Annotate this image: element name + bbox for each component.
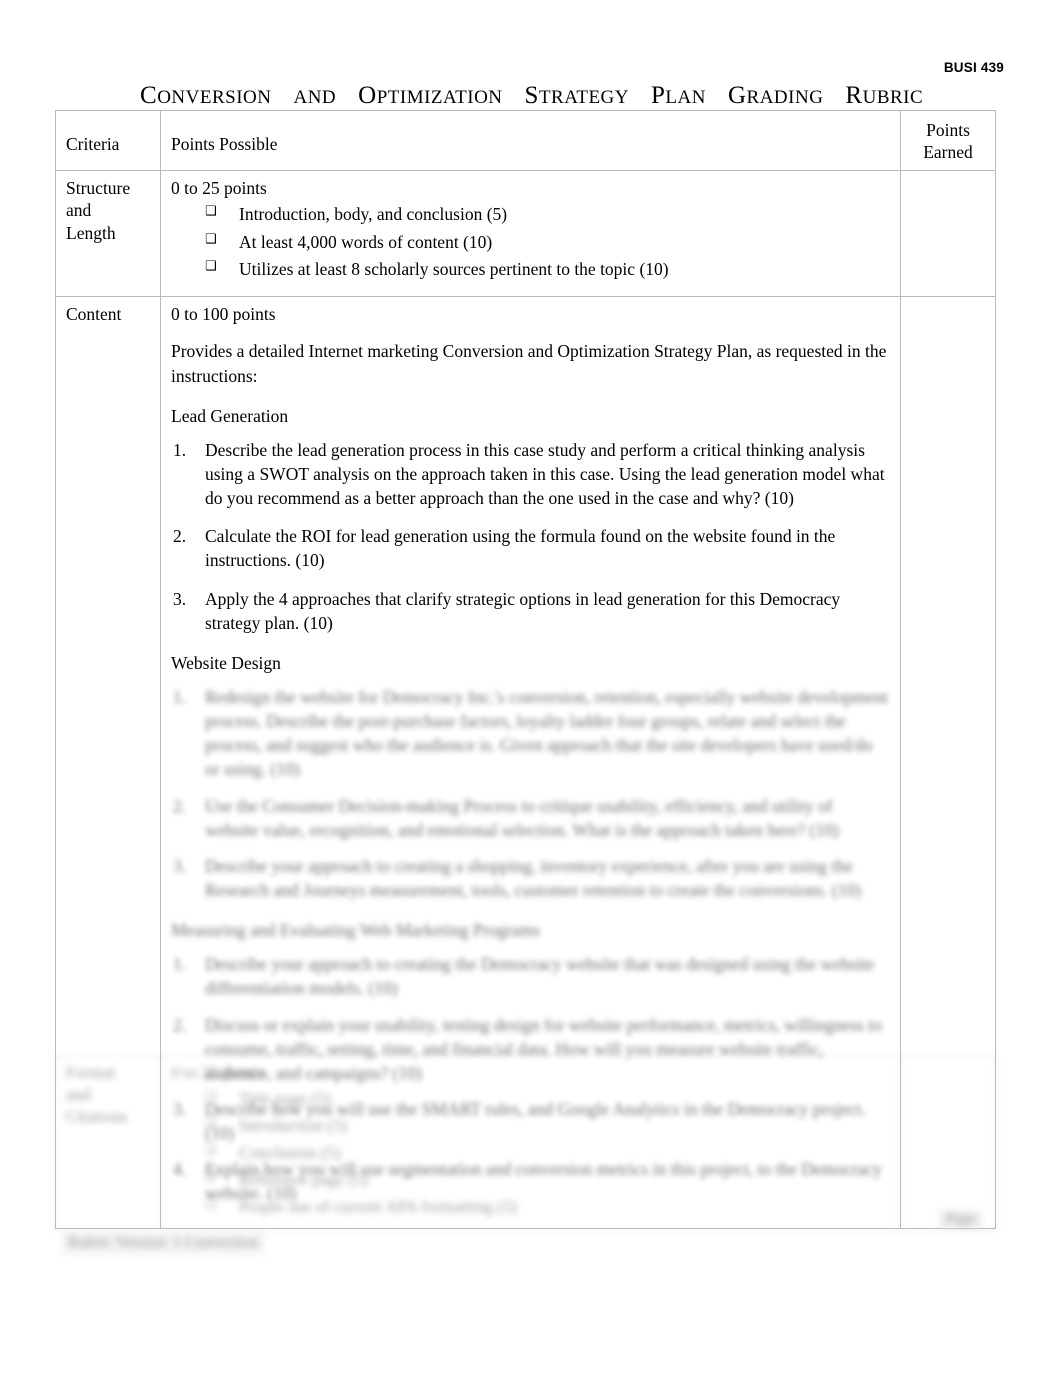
bullet-icon: ❑ [205,1169,216,1184]
course-code-header: BUSI 439 [943,60,1004,75]
points-range: 0 to 25 points [171,177,267,198]
header-points-earned-line2: Earned [923,142,973,163]
criteria-format-and-citations: Format and Citations [55,1055,161,1231]
criteria-line: Structure [66,177,131,198]
list-item-label: Utilizes at least 8 scholarly sources pe… [239,259,669,280]
footer-note: Rubric Version: 1 Conversion [62,1232,265,1254]
website-design-items: Redesign the website for Democracy Inc.'… [171,685,890,902]
list-item: Describe the lead generation process in … [173,438,885,509]
document-page: BUSI 439 CONVERSION AND OPTIMIZATION STRATE… [0,0,1062,1377]
points-earned-format[interactable] [900,1055,996,1231]
list-item-label: Conclusion (5) [239,1143,341,1163]
bullet-icon: ❑ [205,1142,216,1157]
header-points-earned: Points Earned [900,110,996,171]
table-header-row: Criteria Points Possible Points Earned [55,110,996,171]
list-item-label: Proper use of current APA formatting (5) [239,1197,517,1217]
table-row: Format and Citations 0 to 25 points ❑ Tit… [55,1055,996,1231]
table-row: Structure and Length 0 to 25 points ❑ Int… [55,169,996,298]
section-heading-measuring-evaluating: Measuring and Evaluating Web Marketing P… [171,920,541,941]
list-item: ❑ At least 4,000 words of content (10) [171,231,890,255]
list-item-label: Introduction, body, and conclusion (5) [239,204,508,225]
page-title: CONVERSION AND OPTIMIZATION STRATEGY PLAN GRA… [140,82,924,109]
points-possible-structure: 0 to 25 points ❑ Introduction, body, and … [160,169,901,298]
list-item: Redesign the website for Democracy Inc.'… [173,685,888,780]
criteria-line: Length [66,222,116,243]
points-earned-structure[interactable] [900,169,996,298]
list-item: Calculate the ROI for lead generation us… [173,524,836,571]
list-item: Apply the 4 approaches that clarify stra… [173,587,841,633]
section-heading-website-design: Website Design [171,652,281,673]
bullet-icon: ❑ [205,1115,216,1130]
list-item: ❑ Proper use of current APA formatting (5… [171,1196,890,1218]
format-and-citations-section: Format and Citations 0 to 25 points ❑ Tit… [55,1055,996,1255]
bullet-icon: ❑ [205,1088,216,1103]
points-possible-format: 0 to 25 points ❑ Title page (5) ❑ Introduc… [160,1055,901,1231]
criteria-line: and [66,200,92,221]
list-item: ❑ Conclusion (5) [171,1142,890,1164]
format-bullet-list: ❑ Title page (5) ❑ Introduction (5) ❑ Concl… [171,1088,890,1218]
criteria-line: and [66,1085,91,1105]
list-item: ❑ Reference page (5) [171,1169,890,1191]
list-item: Use the Consumer Decision-making Process… [173,794,839,840]
list-item: ❑ Introduction (5) [171,1115,890,1137]
bullet-icon: ❑ [205,259,217,275]
list-item: ❑ Title page (5) [171,1088,890,1110]
bullet-icon: ❑ [205,231,217,247]
list-item: Describe your approach to creating the D… [173,952,875,999]
list-item-label: Title page (5) [239,1089,331,1109]
lead-generation-items: Describe the lead generation process in … [171,438,890,635]
footer-page-label: Page [938,1210,982,1229]
criteria-line: Format [66,1063,116,1082]
bullet-icon: ❑ [205,204,217,220]
header-points-earned-line1: Points [926,120,970,140]
list-item: Describe your approach to creating a sho… [173,854,862,900]
structure-bullet-list: ❑ Introduction, body, and conclusion (5) … [171,203,890,282]
bullet-icon: ❑ [205,1196,216,1211]
list-item-label: Reference page (5) [239,1170,369,1190]
content-intro: Provides a detailed Internet marketing C… [171,341,887,386]
format-citations-table: Format and Citations 0 to 25 points ❑ Tit… [55,1055,996,1231]
list-item: ❑ Introduction, body, and conclusion (5) [171,203,890,227]
header-criteria: Criteria [55,110,161,171]
criteria-line: Citations [66,1107,128,1127]
list-item-label: Introduction (5) [239,1116,348,1136]
points-range: 0 to 25 points [171,1063,265,1082]
criteria-structure-and-length: Structure and Length [55,169,161,298]
header-points-possible: Points Possible [160,110,901,171]
list-item-label: At least 4,000 words of content (10) [239,231,493,252]
section-heading-lead-generation: Lead Generation [171,405,289,426]
points-range: 0 to 100 points [171,304,276,325]
list-item: ❑ Utilizes at least 8 scholarly sources p… [171,258,890,282]
